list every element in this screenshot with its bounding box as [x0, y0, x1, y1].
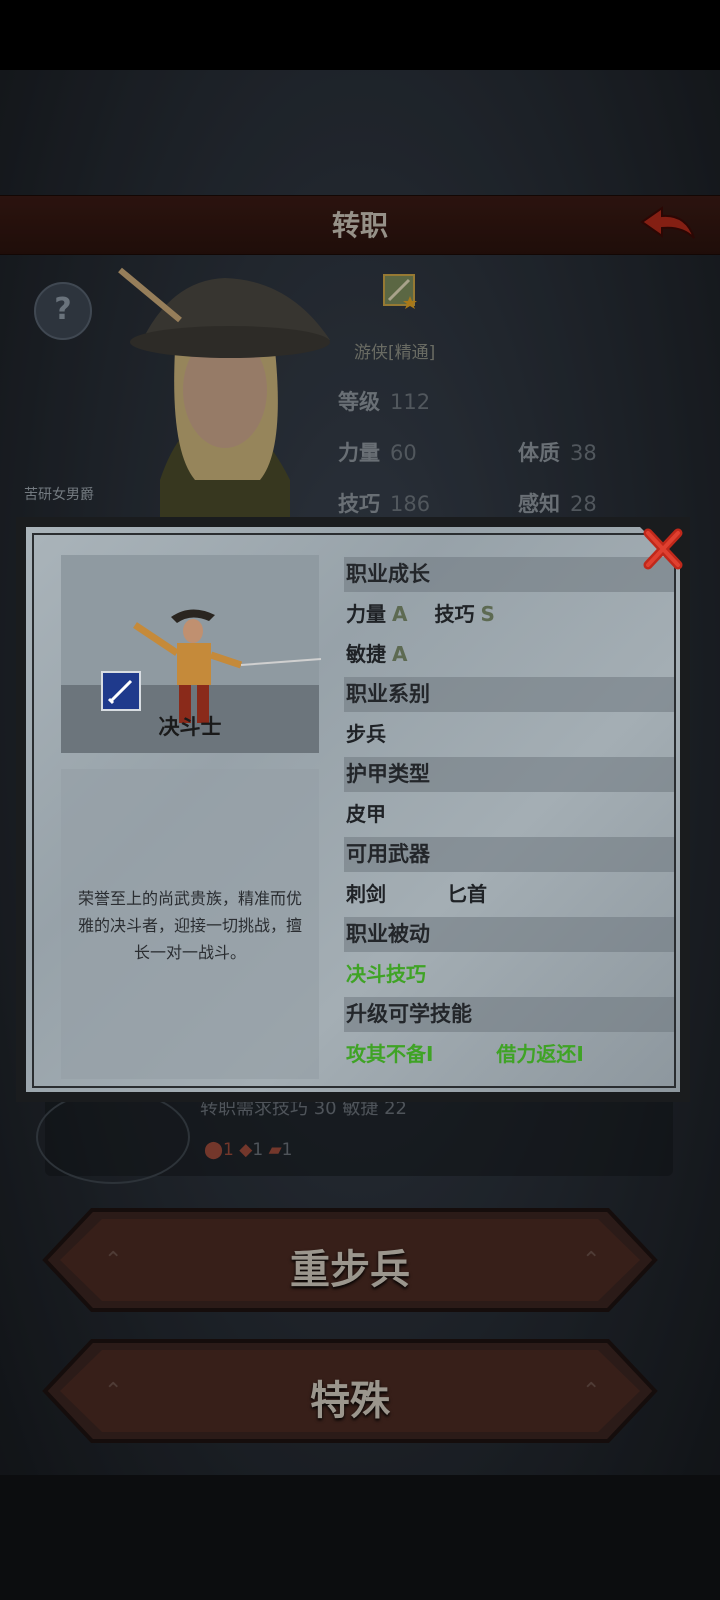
growth-grade: A	[392, 642, 408, 666]
bottom-bar	[0, 1475, 720, 1600]
job-name: 决斗士	[158, 715, 222, 739]
modal-panel: 决斗士 荣誉至上的尚武贵族，精准而优雅的决斗者，迎接一切挑战，擅长一对一战斗。 …	[26, 527, 680, 1092]
skill-item[interactable]: 借力返还I	[496, 1042, 583, 1066]
growth-stat: 敏捷	[346, 642, 386, 666]
skills-row: 攻其不备I 借力返还I	[344, 1037, 674, 1072]
armor-value: 皮甲	[346, 802, 386, 826]
growth-grade: A	[392, 602, 408, 626]
passive-skill[interactable]: 决斗技巧	[344, 957, 674, 992]
weapons-header: 可用武器	[344, 837, 674, 872]
job-info-column: 职业成长 力量 A 技巧 S 敏捷 A 职业系别 步兵 护甲类型 皮甲 可用武器 刺剑…	[344, 557, 674, 1072]
weapon-item: 匕首	[446, 882, 487, 906]
rapier-job-icon	[101, 671, 141, 711]
growth-grade: S	[480, 602, 495, 626]
growth-stat: 力量	[346, 602, 386, 626]
armor-header: 护甲类型	[344, 757, 674, 792]
weapons-row: 刺剑 匕首	[344, 877, 674, 912]
skill-item[interactable]: 攻其不备I	[346, 1042, 433, 1066]
job-detail-modal: 决斗士 荣誉至上的尚武贵族，精准而优雅的决斗者，迎接一切挑战，擅长一对一战斗。 …	[16, 517, 690, 1102]
series-header: 职业系别	[344, 677, 674, 712]
passive-header: 职业被动	[344, 917, 674, 952]
growth-stat: 技巧	[434, 602, 475, 626]
growth-row-1: 力量 A 技巧 S	[344, 597, 674, 632]
series-value: 步兵	[346, 722, 386, 746]
weapon-item: 刺剑	[346, 882, 386, 906]
job-description-box: 荣誉至上的尚武贵族，精准而优雅的决斗者，迎接一切挑战，擅长一对一战斗。	[61, 769, 319, 1079]
job-description: 荣誉至上的尚武贵族，精准而优雅的决斗者，迎接一切挑战，擅长一对一战斗。	[77, 889, 302, 962]
close-icon[interactable]	[632, 519, 688, 575]
job-image-box: 决斗士	[61, 555, 322, 753]
growth-header: 职业成长	[344, 557, 674, 592]
skills-header: 升级可学技能	[344, 997, 674, 1032]
growth-row-2: 敏捷 A	[344, 637, 674, 672]
